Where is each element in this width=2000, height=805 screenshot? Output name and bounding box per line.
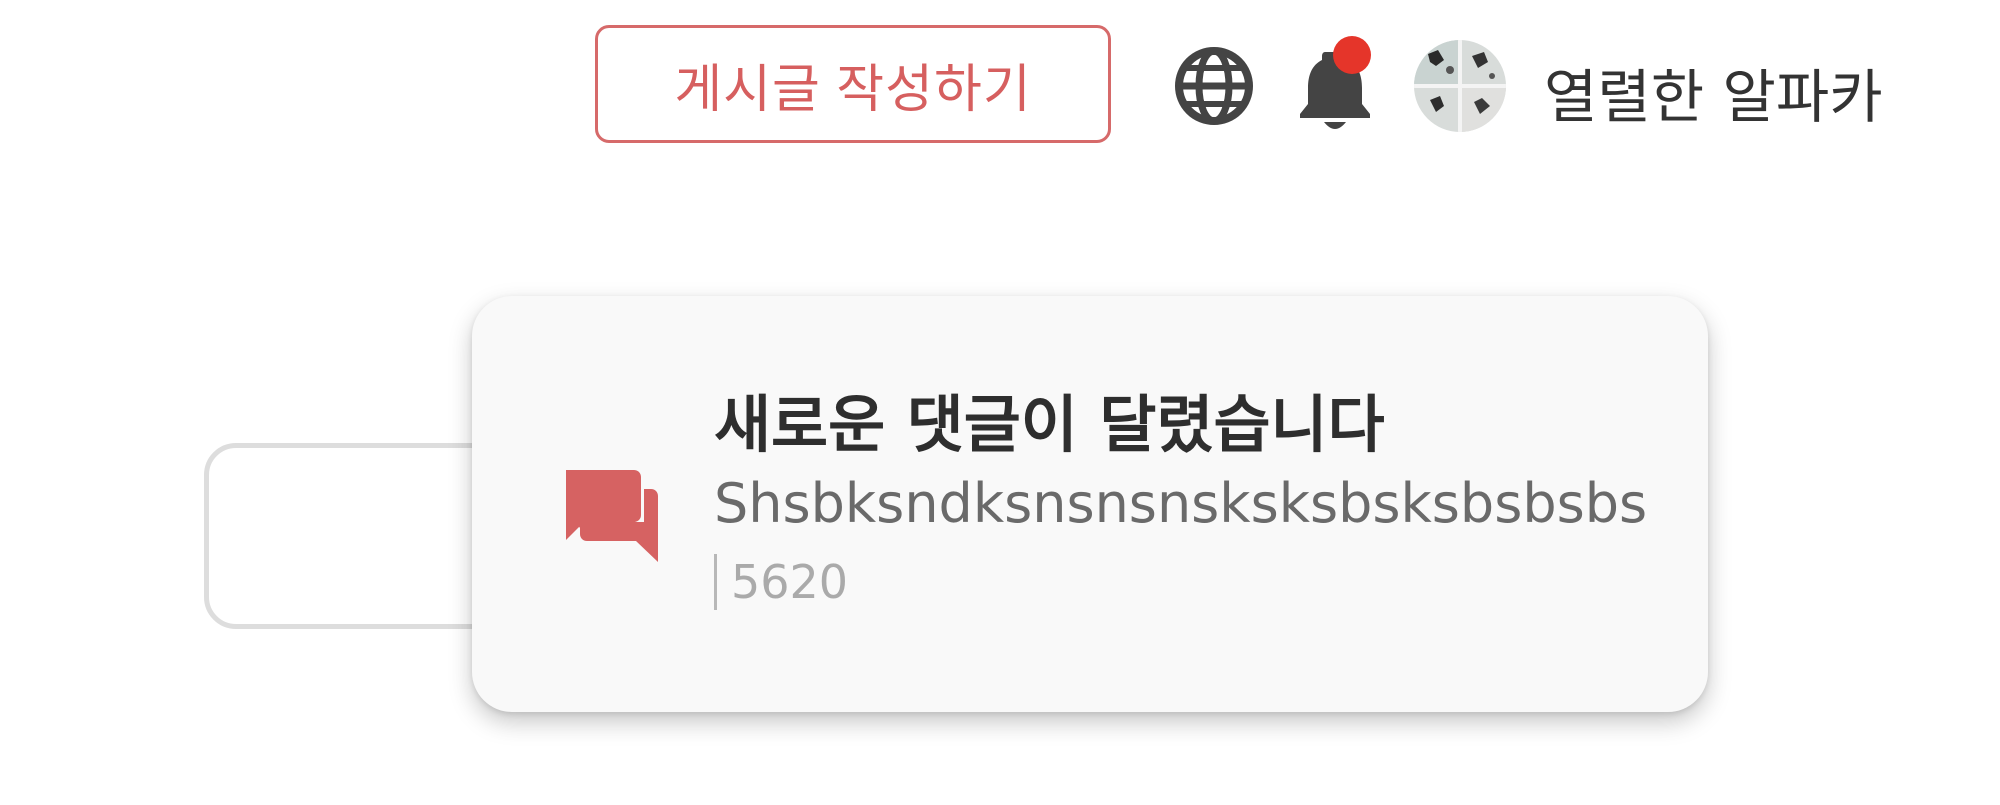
globe-icon[interactable] <box>1172 44 1256 128</box>
notification-popup[interactable]: 새로운 댓글이 달렸습니다 Shsbksndksnsnsnsksksbsksbs… <box>472 296 1708 712</box>
username[interactable]: 열렬한 알파카 <box>1544 50 1883 134</box>
notification-body: Shsbksndksnsnsnsksksbsksbsbsbs <box>714 472 1648 535</box>
chat-bubbles-icon <box>558 462 668 572</box>
notification-badge <box>1333 36 1371 74</box>
notification-meta: 5620 <box>714 554 848 610</box>
notification-meta-value: 5620 <box>731 555 849 609</box>
background-card <box>204 443 504 629</box>
write-post-button[interactable]: 게시글 작성하기 <box>595 25 1111 143</box>
page: 게시글 작성하기 열렬한 알파카 새로운 댓글이 달렸습니다 Shsbksndk… <box>0 0 2000 805</box>
meta-divider <box>714 554 717 610</box>
notifications-button[interactable] <box>1290 34 1390 134</box>
notification-title: 새로운 댓글이 달렸습니다 <box>714 388 1385 461</box>
avatar[interactable] <box>1414 40 1506 132</box>
